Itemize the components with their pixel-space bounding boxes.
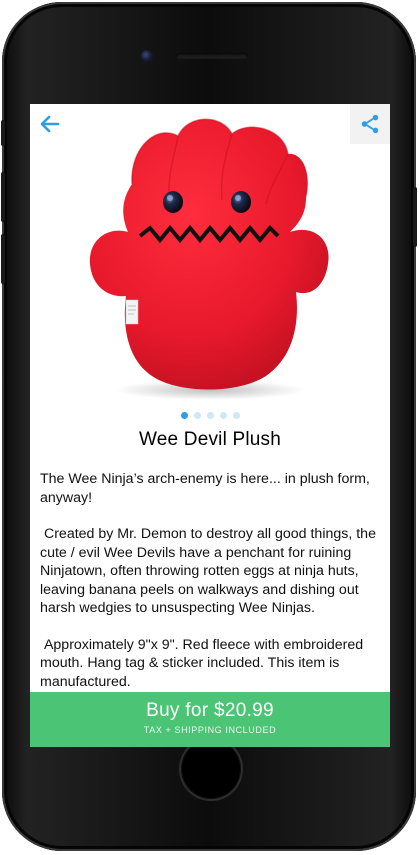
front-camera: [141, 50, 153, 62]
share-button[interactable]: [350, 104, 390, 144]
page-dot[interactable]: [232, 412, 240, 419]
buy-button[interactable]: Buy for $20.99 TAX + SHIPPING INCLUDED: [30, 692, 390, 747]
page-dot[interactable]: [180, 412, 188, 419]
arrow-left-icon: [40, 115, 60, 133]
volume-up-button: [1, 172, 5, 222]
image-pagination: [30, 412, 390, 419]
buy-label: Buy for $20.99: [146, 700, 274, 721]
back-button[interactable]: [30, 104, 70, 144]
earpiece-speaker: [176, 53, 248, 59]
description-paragraph: Created by Mr. Demon to destroy all good…: [40, 526, 380, 616]
power-button: [413, 187, 417, 247]
page-dot[interactable]: [206, 412, 214, 419]
product-image[interactable]: [70, 114, 350, 404]
buy-sublabel: TAX + SHIPPING INCLUDED: [143, 725, 277, 735]
description-paragraph: The Wee Ninja’s arch-enemy is here... in…: [40, 471, 374, 506]
page-dot[interactable]: [219, 412, 227, 419]
description-paragraph: Approximately 9"x 9". Red fleece with em…: [40, 636, 368, 690]
app-screen: Wee Devil Plush The Wee Ninja’s arch-ene…: [30, 104, 390, 747]
page-dot[interactable]: [193, 412, 201, 419]
share-icon: [361, 114, 379, 134]
volume-down-button: [1, 234, 5, 284]
mute-switch: [1, 120, 5, 146]
home-button[interactable]: [181, 739, 241, 799]
product-description: The Wee Ninja’s arch-enemy is here... in…: [40, 470, 384, 709]
product-title: Wee Devil Plush: [138, 429, 282, 450]
